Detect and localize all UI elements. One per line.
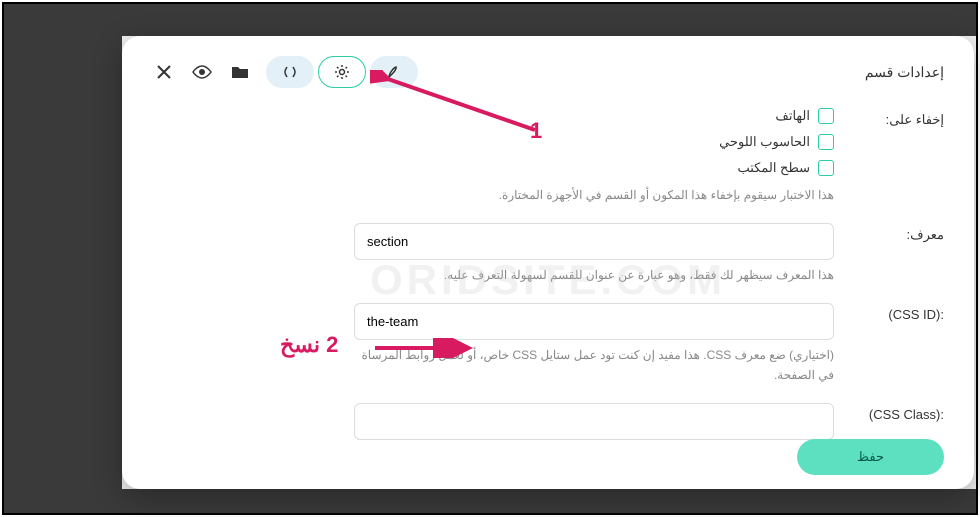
annotation-label-2: 2 نسخ xyxy=(280,332,338,358)
hide-on-label: إخفاء على: xyxy=(844,108,944,128)
modal-title: إعدادات قسم xyxy=(865,64,944,81)
identifier-helper: هذا المعرف سيظهر لك فقط، وهو عبارة عن عن… xyxy=(354,266,834,285)
tab-code[interactable] xyxy=(266,56,314,88)
save-button[interactable]: حفظ xyxy=(797,439,944,475)
tab-style[interactable] xyxy=(370,56,418,88)
option-phone: الهاتف xyxy=(775,108,810,124)
annotation-label-1: 1 xyxy=(530,118,542,144)
option-desktop: سطح المكتب xyxy=(737,160,810,176)
tab-group xyxy=(266,56,418,88)
option-tablet: الحاسوب اللوحي xyxy=(719,134,810,150)
css-id-input[interactable] xyxy=(354,303,834,340)
checkbox-tablet[interactable] xyxy=(818,134,834,150)
identifier-input[interactable] xyxy=(354,223,834,260)
css-id-helper: (اختياري) ضع معرف CSS. هذا مفيد إن كنت ت… xyxy=(354,346,834,384)
eye-icon[interactable] xyxy=(190,60,214,84)
css-class-label: :(CSS Class) xyxy=(844,403,944,422)
css-class-input[interactable] xyxy=(354,403,834,440)
identifier-label: معرف: xyxy=(844,223,944,243)
checkbox-phone[interactable] xyxy=(818,108,834,124)
settings-modal: إعدادات قسم إخفاء على: الهاتف الحاسوب ال… xyxy=(122,36,974,489)
checkbox-desktop[interactable] xyxy=(818,160,834,176)
folder-icon[interactable] xyxy=(228,60,252,84)
hide-on-helper: هذا الاختبار سيقوم بإخفاء هذا المكون أو … xyxy=(354,186,834,205)
css-id-label: :(CSS ID) xyxy=(844,303,944,322)
close-icon[interactable] xyxy=(152,60,176,84)
tab-settings[interactable] xyxy=(318,56,366,88)
modal-header: إعدادات قسم xyxy=(152,56,944,88)
